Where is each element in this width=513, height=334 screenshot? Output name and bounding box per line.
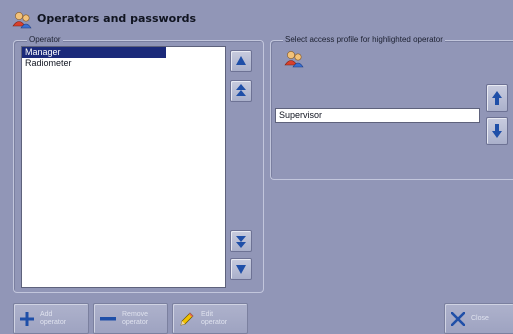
access-profile-field[interactable]: Supervisor (275, 108, 480, 123)
double-arrow-down-icon (236, 236, 246, 248)
scroll-up-button[interactable] (230, 50, 252, 72)
pencil-icon (180, 312, 194, 325)
list-item-manager[interactable]: Manager (22, 47, 166, 58)
arrow-up-icon (236, 56, 246, 65)
remove-operator-button[interactable]: Remove operator (93, 303, 168, 334)
operator-list[interactable]: Manager Radiometer (21, 46, 226, 288)
close-label: Close (471, 314, 489, 322)
edit-operator-label: Edit operator (201, 310, 228, 326)
profile-down-button[interactable] (486, 117, 508, 145)
double-arrow-up-icon (236, 84, 246, 96)
arrow-down-icon (492, 124, 502, 138)
operators-icon (12, 12, 32, 29)
arrow-down-icon (236, 265, 246, 274)
window-title: Operators and passwords (37, 12, 197, 25)
add-operator-label: Add operator (40, 310, 67, 326)
profile-up-button[interactable] (486, 84, 508, 112)
page-up-button[interactable] (230, 80, 252, 102)
access-profile-legend: Select access profile for highlighted op… (283, 35, 445, 45)
arrow-up-icon (492, 91, 502, 105)
remove-operator-label: Remove operator (122, 310, 149, 326)
add-operator-button[interactable]: Add operator (13, 303, 89, 334)
plus-icon (20, 311, 34, 326)
minus-icon (100, 316, 116, 320)
close-icon (451, 311, 465, 326)
edit-operator-button[interactable]: Edit operator (172, 303, 248, 334)
close-button[interactable]: Close (444, 303, 513, 334)
list-item-radiometer[interactable]: Radiometer (22, 58, 166, 69)
operators-icon (284, 51, 304, 68)
scroll-down-button[interactable] (230, 258, 252, 280)
page-down-button[interactable] (230, 230, 252, 252)
operator-legend: Operator (27, 35, 63, 45)
